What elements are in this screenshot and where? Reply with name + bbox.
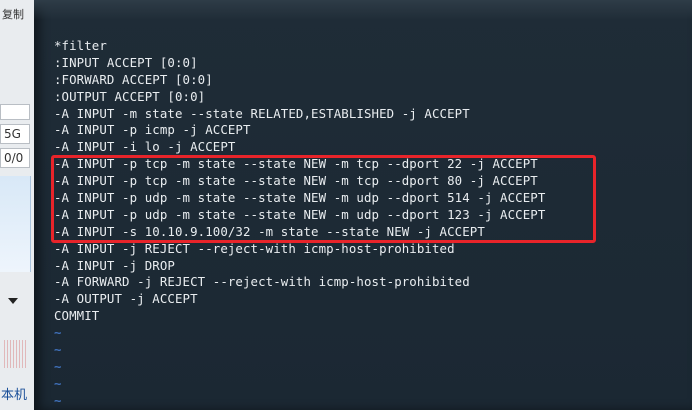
empty-line-marker: ~ <box>54 342 62 358</box>
background-window-strip: 复制 5G 0/0 本机 <box>0 0 34 410</box>
terminal-line: -A FORWARD -j REJECT --reject-with icmp-… <box>54 274 470 290</box>
terminal-top-edge <box>34 0 692 20</box>
terminal-window[interactable]: *filter:INPUT ACCEPT [0:0]:FORWARD ACCEP… <box>34 0 692 410</box>
terminal-line: -A INPUT -s 10.10.9.100/32 -m state --st… <box>54 223 485 239</box>
terminal-line: :FORWARD ACCEPT [0:0] <box>54 71 213 87</box>
terminal-line: -A INPUT -p tcp -m state --state NEW -m … <box>54 156 538 172</box>
background-graph <box>2 340 28 368</box>
terminal-line: -A INPUT -i lo -j ACCEPT <box>54 139 236 155</box>
background-field-2-text: 0/0 <box>4 151 24 165</box>
terminal-line: :INPUT ACCEPT [0:0] <box>54 54 198 70</box>
terminal-line: :OUTPUT ACCEPT [0:0] <box>54 88 206 104</box>
terminal-content[interactable]: *filter:INPUT ACCEPT [0:0]:FORWARD ACCEP… <box>54 38 545 410</box>
terminal-line: -A INPUT -j DROP <box>54 257 175 273</box>
terminal-line: -A INPUT -m state --state RELATED,ESTABL… <box>54 105 470 121</box>
background-field-1-text: 5G <box>4 127 21 141</box>
terminal-line: -A INPUT -p udp -m state --state NEW -m … <box>54 190 546 206</box>
empty-line-marker: ~ <box>54 358 62 374</box>
terminal-line: -A INPUT -p tcp -m state --state NEW -m … <box>54 173 538 189</box>
background-list-panel <box>0 176 31 272</box>
background-field-1[interactable]: 5G <box>0 124 30 144</box>
copy-label: 复制 <box>2 8 24 21</box>
terminal-line: -A OUTPUT -j ACCEPT <box>54 291 198 307</box>
terminal-line: -A INPUT -p icmp -j ACCEPT <box>54 122 251 138</box>
chevron-down-icon[interactable] <box>8 298 18 304</box>
empty-line-marker: ~ <box>54 325 62 341</box>
local-machine-label: 本机 <box>1 388 28 403</box>
background-field-2[interactable]: 0/0 <box>0 148 30 168</box>
terminal-line: -A INPUT -j REJECT --reject-with icmp-ho… <box>54 240 455 256</box>
terminal-line: COMMIT <box>54 308 100 324</box>
empty-line-marker: ~ <box>54 392 62 408</box>
terminal-line: *filter <box>54 38 107 53</box>
empty-line-marker: ~ <box>54 375 62 391</box>
background-input-box[interactable] <box>0 104 30 120</box>
terminal-line: -A INPUT -p udp -m state --state NEW -m … <box>54 206 546 222</box>
